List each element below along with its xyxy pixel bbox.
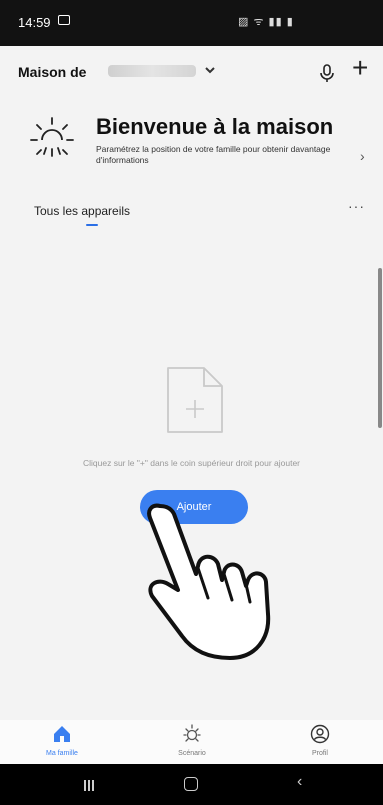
status-icons: ▨ ᯤ ▮▮ ▮ [238, 16, 294, 28]
scene-sun-icon [183, 724, 201, 742]
chevron-down-icon[interactable] [204, 60, 216, 82]
gallery-notification-icon [58, 15, 70, 25]
home-selector-label[interactable]: Maison de [18, 64, 86, 80]
app-header: Maison de + [0, 46, 383, 96]
tab-label: Scénario [178, 750, 206, 757]
tab-scenario[interactable]: Scénario [152, 720, 232, 764]
system-navigation-bar: ‹ [0, 764, 383, 805]
profile-icon [310, 724, 330, 744]
tab-my-family[interactable]: Ma famille [22, 720, 102, 764]
home-button-icon[interactable] [184, 777, 198, 791]
microphone-icon[interactable] [316, 62, 338, 84]
scrollbar[interactable] [378, 268, 382, 428]
pointing-hand-icon [147, 503, 271, 660]
back-icon[interactable]: ‹ [297, 773, 302, 791]
welcome-title: Bienvenue à la maison [96, 114, 334, 139]
welcome-banner[interactable]: Bienvenue à la maison Paramétrez la posi… [0, 108, 383, 178]
status-time: 14:59 [18, 15, 51, 30]
tab-label: Profil [312, 750, 328, 757]
tab-label: Ma famille [46, 750, 78, 757]
sun-icon [30, 117, 74, 157]
empty-document-icon [167, 367, 223, 433]
tab-indicator [86, 224, 98, 226]
status-bar: 14:59 ▨ ᯤ ▮▮ ▮ [0, 0, 383, 46]
welcome-subtitle: Paramétrez la position de votre famille … [96, 144, 331, 165]
chevron-right-icon[interactable]: › [360, 148, 365, 164]
redacted-home-name [108, 65, 196, 77]
add-device-button[interactable]: + [352, 54, 368, 82]
tab-profile[interactable]: Profil [280, 720, 360, 764]
empty-state-message: Cliquez sur le "+" dans le coin supérieu… [83, 458, 300, 468]
bottom-tab-bar: Ma famille Scénario Profil [0, 720, 383, 764]
app-screen: Maison de + Bienvenue à la maison Paramé… [0, 46, 383, 764]
recent-apps-icon[interactable] [84, 778, 96, 791]
tab-all-devices[interactable]: Tous les appareils [34, 204, 130, 218]
more-options-button[interactable]: ··· [348, 198, 365, 214]
home-icon [54, 726, 70, 742]
